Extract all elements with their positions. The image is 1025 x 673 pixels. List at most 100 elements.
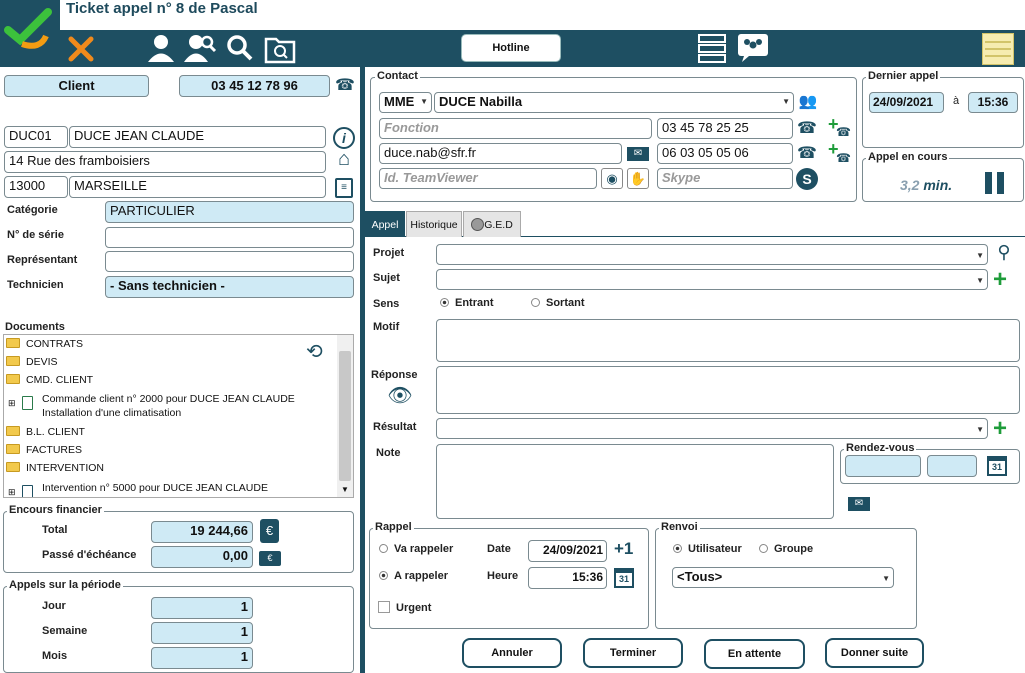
list-view-button[interactable] (697, 33, 727, 65)
cancel-x-button[interactable] (66, 34, 96, 64)
add-sujet-icon[interactable]: + (993, 268, 1007, 292)
urgent-checkbox[interactable]: Urgent (378, 601, 431, 614)
home-icon[interactable]: ⌂ (333, 149, 355, 169)
scroll-thumb[interactable] (339, 351, 351, 481)
list-icon (698, 34, 726, 63)
contact-name-select[interactable]: DUCE Nabilla ▼ (434, 92, 794, 113)
fonction-field[interactable]: Fonction (379, 118, 652, 139)
jour-label: Jour (42, 600, 66, 612)
pause-icon[interactable] (985, 172, 1005, 194)
a-rappeler-radio[interactable]: A rappeler (379, 570, 448, 582)
mail-icon[interactable]: ✉ (848, 497, 870, 511)
expand-icon[interactable]: ⊞ (8, 485, 16, 497)
calendar-icon[interactable]: 31 (987, 456, 1007, 476)
search-button[interactable] (226, 34, 254, 62)
menu-button[interactable] (982, 33, 1014, 65)
tree-folder[interactable]: B.L. CLIENT (6, 426, 85, 438)
utilisateur-radio[interactable]: Utilisateur (673, 543, 742, 555)
echeance-label: Passé d'échéance (42, 549, 137, 561)
donner-suite-button[interactable]: Donner suite (825, 638, 924, 668)
technicien-field[interactable]: - Sans technicien - (105, 276, 354, 298)
scroll-down-icon[interactable]: ▼ (341, 485, 349, 494)
search-contact-button[interactable] (183, 33, 219, 63)
notebook-icon[interactable]: ≡ (335, 178, 353, 198)
sortant-radio[interactable]: Sortant (531, 297, 585, 309)
rdv-date[interactable] (845, 455, 921, 477)
phone-small-icon: ☎ (836, 125, 851, 139)
money-icon[interactable]: € (259, 551, 281, 566)
info-icon[interactable]: i (333, 127, 355, 149)
client-name[interactable]: DUCE JEAN CLAUDE (69, 126, 326, 148)
validate-button[interactable] (0, 0, 60, 66)
phone-icon[interactable]: ☎ (797, 121, 817, 137)
terminer-button[interactable]: Terminer (583, 638, 683, 668)
folder-search-button[interactable] (264, 34, 296, 64)
euro-calculator-icon[interactable]: € (260, 519, 279, 543)
tree-folder[interactable]: FACTURES (6, 444, 82, 456)
tree-folder[interactable]: CMD. CLIENT (6, 374, 93, 386)
groupe-radio[interactable]: Groupe (759, 543, 813, 555)
sujet-select[interactable]: ▼ (436, 269, 988, 290)
tree-folder[interactable]: DEVIS (6, 356, 58, 368)
client-address[interactable]: 14 Rue des framboisiers (4, 151, 326, 173)
client-zip[interactable]: 13000 (4, 176, 68, 198)
tree-scrollbar[interactable]: ▼ (337, 335, 353, 497)
rdv-time[interactable] (927, 455, 977, 477)
hotline-button[interactable]: Hotline (461, 34, 561, 62)
total-label: Total (42, 524, 68, 536)
folder-icon (6, 356, 20, 366)
refresh-icon[interactable]: ⟲ (306, 339, 323, 364)
email-field[interactable]: duce.nab@sfr.fr (379, 143, 622, 164)
en-attente-button[interactable]: En attente (704, 639, 805, 669)
contact-button[interactable] (145, 33, 177, 63)
search-icon[interactable]: ⚲ (993, 243, 1015, 261)
va-rappeler-radio[interactable]: Va rappeler (379, 543, 453, 555)
mail-icon[interactable]: ✉ (627, 147, 649, 161)
rappel-heure[interactable]: 15:36 (528, 567, 607, 589)
check-icon (4, 8, 52, 49)
skype-icon[interactable]: S (796, 168, 818, 190)
client-city[interactable]: MARSEILLE (69, 176, 326, 198)
eye-icon[interactable]: ◉ (601, 168, 623, 189)
note-textarea[interactable] (436, 444, 834, 519)
teamviewer-field[interactable]: Id. TeamViewer (379, 168, 597, 189)
contacts-icon[interactable]: 👥 (795, 94, 821, 110)
tab-historique[interactable]: Historique (406, 211, 462, 237)
expand-icon[interactable]: ⊞ (8, 396, 16, 410)
reponse-textarea[interactable] (436, 366, 1020, 414)
phone-icon[interactable]: ☎ (335, 78, 355, 94)
note-label: Note (376, 447, 401, 459)
projet-select[interactable]: ▼ (436, 244, 988, 265)
folder-icon (6, 338, 20, 348)
entrant-radio[interactable]: Entrant (440, 297, 494, 309)
team-button[interactable] (737, 33, 769, 63)
tree-folder[interactable]: INTERVENTION (6, 462, 104, 474)
hand-icon[interactable]: ✋ (627, 168, 649, 189)
motif-textarea[interactable] (436, 319, 1020, 362)
tab-ged[interactable]: G.E.D (463, 211, 521, 237)
tree-folder[interactable]: CONTRATS (6, 338, 83, 350)
civilite-select[interactable]: MME ▼ (379, 92, 432, 113)
annuler-button[interactable]: Annuler (462, 638, 562, 668)
calendar-icon[interactable]: 31 (614, 568, 634, 588)
serie-field[interactable] (105, 227, 354, 248)
representant-field[interactable] (105, 251, 354, 272)
rappel-title: Rappel (373, 521, 414, 533)
add-resultat-icon[interactable]: + (993, 417, 1007, 441)
rappel-date[interactable]: 24/09/2021 (528, 540, 607, 562)
phone-icon[interactable]: ☎ (797, 146, 817, 162)
tab-appel[interactable]: Appel (365, 211, 405, 237)
ged-icon (471, 218, 485, 231)
plus-one-button[interactable]: +1 (614, 539, 633, 559)
client-code[interactable]: DUC01 (4, 126, 68, 148)
resultat-label: Résultat (373, 421, 417, 433)
eye-icon[interactable]: 👁 (386, 386, 414, 406)
client-phone[interactable]: 03 45 12 78 96 (179, 75, 330, 97)
phone1-field[interactable]: 03 45 78 25 25 (657, 118, 793, 139)
categorie-field[interactable]: PARTICULIER (105, 201, 354, 223)
radio-checked (440, 298, 449, 307)
skype-field[interactable]: Skype (657, 168, 793, 189)
renvoi-select[interactable]: <Tous> ▼ (672, 567, 894, 588)
phone2-field[interactable]: 06 03 05 05 06 (657, 143, 793, 164)
resultat-select[interactable]: ▼ (436, 418, 988, 439)
